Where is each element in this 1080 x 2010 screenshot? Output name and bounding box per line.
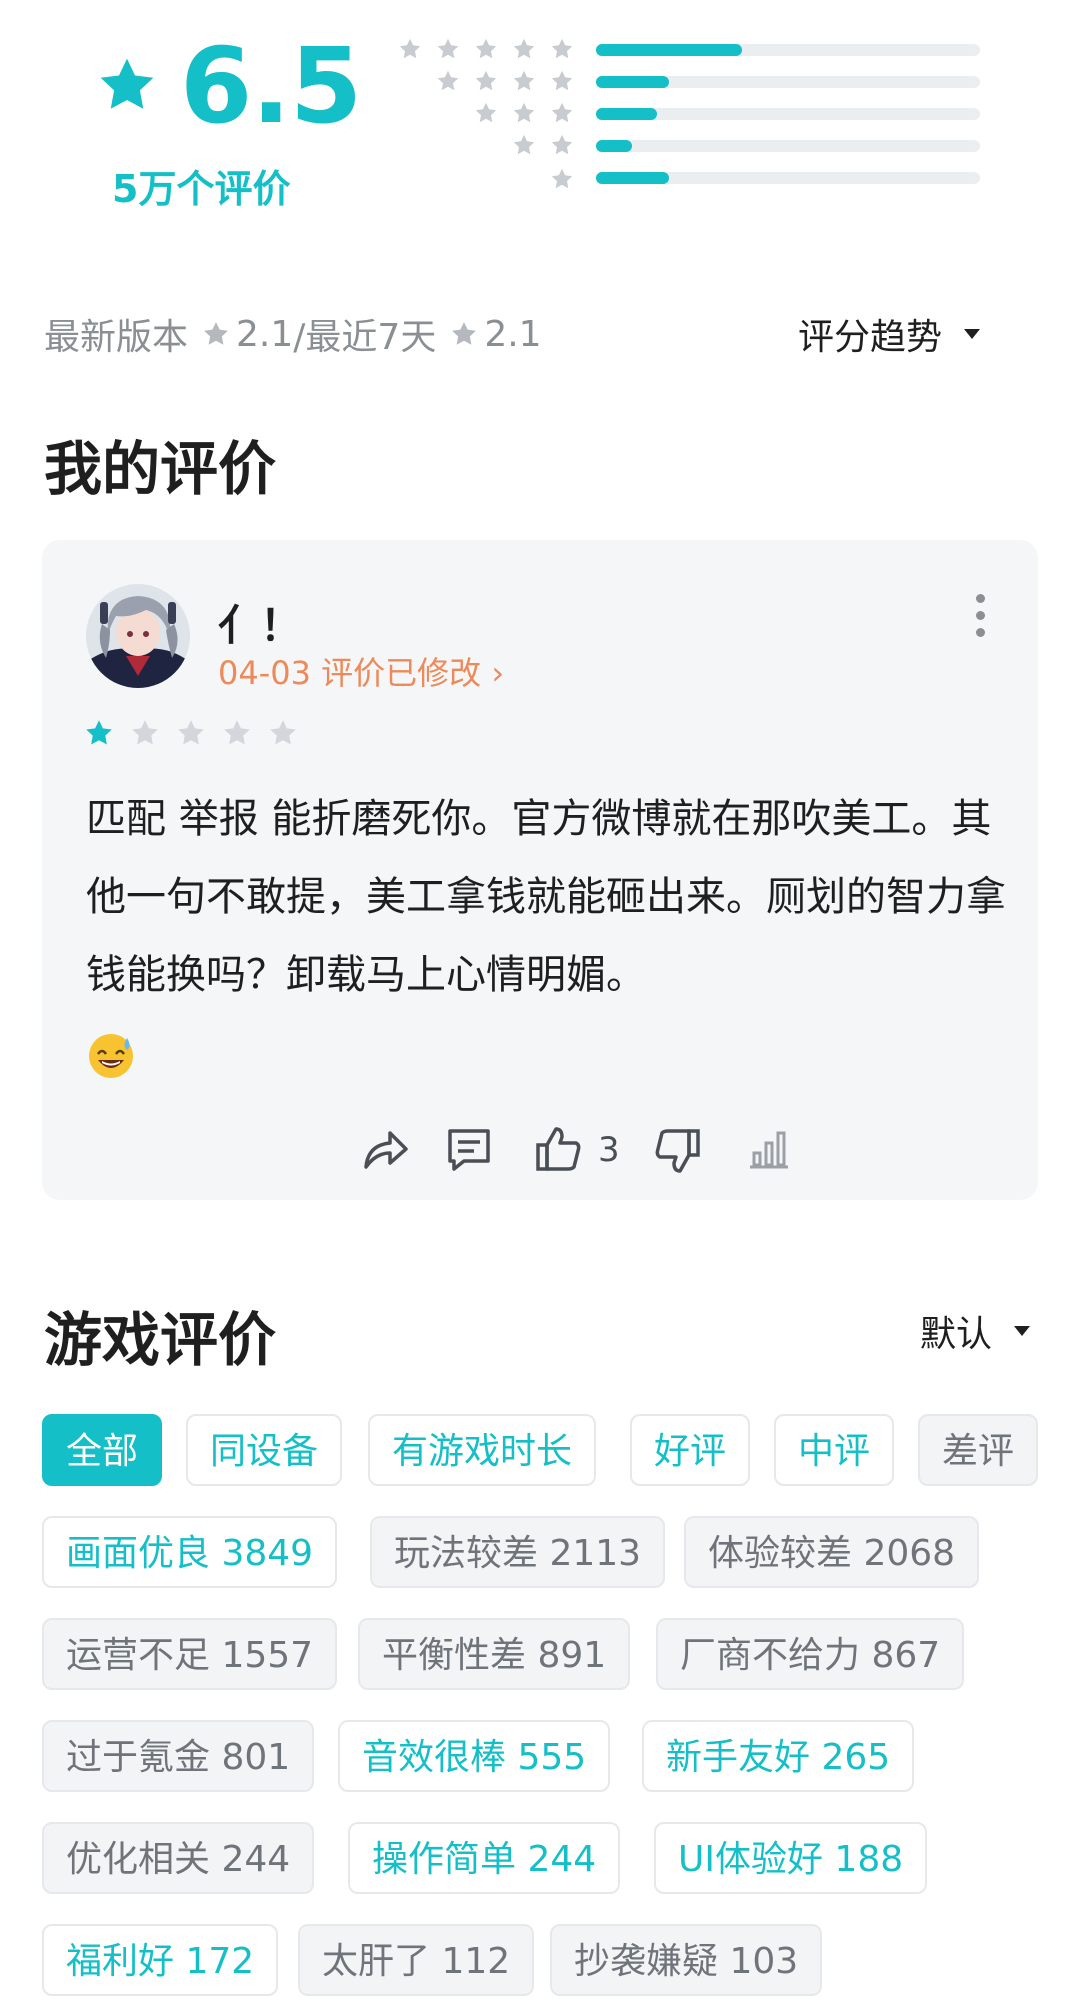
more-options-icon[interactable] bbox=[976, 594, 986, 637]
dist-bar-1 bbox=[596, 172, 980, 184]
filter-negative[interactable]: 差评 bbox=[918, 1414, 1039, 1486]
empty-star-icon bbox=[270, 720, 296, 745]
stats-button[interactable] bbox=[742, 1120, 796, 1180]
sweat-smile-emoji-icon bbox=[89, 1034, 133, 1078]
dist-bar-3 bbox=[596, 108, 980, 120]
tag-chip[interactable]: 太肝了 112 bbox=[298, 1924, 535, 1996]
grey-star-icon bbox=[513, 38, 535, 59]
grey-star-icon bbox=[204, 322, 228, 345]
stats-icon bbox=[750, 1131, 788, 1169]
dist-bar-fill bbox=[596, 44, 742, 56]
recent-score: 2.1 bbox=[484, 313, 542, 355]
dist-row-1 bbox=[0, 167, 574, 197]
dist-bar-4 bbox=[596, 76, 980, 88]
filter-all[interactable]: 全部 bbox=[42, 1414, 163, 1486]
share-button[interactable] bbox=[358, 1120, 412, 1180]
edited-date-link[interactable]: 04-03 评价已修改 › bbox=[218, 648, 504, 694]
rating-trend-label: 评分趋势 bbox=[797, 317, 942, 358]
dist-row-5 bbox=[0, 37, 574, 67]
tag-chip[interactable]: 抄袭嫌疑 103 bbox=[550, 1924, 823, 1996]
avatar-image bbox=[86, 584, 190, 688]
avatar[interactable] bbox=[86, 584, 190, 688]
latest-version-score: 2.1 bbox=[236, 313, 294, 355]
grey-star-icon bbox=[551, 134, 573, 155]
sort-dropdown[interactable]: 默认 bbox=[920, 1305, 1030, 1357]
tag-chip[interactable]: 厂商不给力 867 bbox=[656, 1618, 965, 1690]
review-text: 匹配 举报 能折磨死你。官方微博就在那吹美工。其他一句不敢提，美工拿钱就能砸出来… bbox=[86, 780, 1006, 1092]
tag-chip[interactable]: 过于氪金 801 bbox=[42, 1720, 315, 1792]
tag-chip[interactable]: 玩法较差 2113 bbox=[370, 1516, 666, 1588]
dislike-button[interactable] bbox=[650, 1120, 704, 1180]
comment-icon bbox=[448, 1129, 490, 1171]
grey-star-icon bbox=[513, 102, 535, 123]
rating-trend-dropdown[interactable]: 评分趋势 bbox=[798, 308, 980, 360]
filter-has-playtime[interactable]: 有游戏时长 bbox=[368, 1414, 597, 1486]
empty-star-icon bbox=[224, 720, 250, 745]
tag-chip[interactable]: 音效很棒 555 bbox=[338, 1720, 611, 1792]
dist-bar-fill bbox=[596, 140, 633, 152]
thumbs-up-icon bbox=[536, 1127, 581, 1171]
dist-row-3 bbox=[0, 101, 574, 131]
tag-chip[interactable]: 运营不足 1557 bbox=[42, 1618, 338, 1690]
username: 亻！ bbox=[218, 601, 303, 650]
grey-star-icon bbox=[437, 38, 459, 59]
grey-star-icon bbox=[513, 134, 535, 155]
grey-star-icon bbox=[399, 38, 421, 59]
sort-label: 默认 bbox=[919, 1314, 992, 1355]
grey-star-icon bbox=[475, 70, 497, 91]
empty-star-icon bbox=[132, 720, 158, 745]
caret-down-icon bbox=[1014, 1326, 1030, 1336]
dist-bar-fill bbox=[596, 108, 658, 120]
comment-button[interactable] bbox=[442, 1120, 496, 1180]
empty-star-icon bbox=[178, 720, 204, 745]
filter-neutral[interactable]: 中评 bbox=[774, 1414, 895, 1486]
game-reviews-title: 游戏评价 bbox=[44, 1306, 277, 1374]
filter-same-device[interactable]: 同设备 bbox=[186, 1414, 343, 1486]
thumbs-down-icon bbox=[655, 1129, 700, 1173]
like-button[interactable]: 3 bbox=[532, 1120, 620, 1180]
share-icon bbox=[364, 1131, 408, 1169]
review-body: 匹配 举报 能折磨死你。官方微博就在那吹美工。其他一句不敢提，美工拿钱就能砸出来… bbox=[86, 796, 1006, 998]
user-star-rating bbox=[84, 718, 298, 748]
latest-version-label: 最新版本 bbox=[44, 317, 189, 358]
tag-chip[interactable]: 操作简单 244 bbox=[348, 1822, 621, 1894]
tag-chip[interactable]: UI体验好 188 bbox=[654, 1822, 928, 1894]
tag-chip[interactable]: 画面优良 3849 bbox=[42, 1516, 338, 1588]
rating-distribution bbox=[0, 0, 1080, 200]
tag-chip[interactable]: 体验较差 2068 bbox=[684, 1516, 980, 1588]
my-review-title: 我的评价 bbox=[44, 435, 277, 503]
my-review-card: 亻！ 04-03 评价已修改 › 匹配 举报 能折磨死你。官方微博就在那吹美工。… bbox=[42, 540, 1038, 1200]
recent-7-days-label: /最近7天 bbox=[293, 317, 437, 358]
dist-bar-2 bbox=[596, 140, 980, 152]
tag-chip[interactable]: 福利好 172 bbox=[42, 1924, 279, 1996]
dist-bar-5 bbox=[596, 44, 980, 56]
dist-bar-fill bbox=[596, 76, 669, 88]
review-actions: 3 bbox=[42, 1120, 1038, 1180]
grey-star-icon bbox=[551, 70, 573, 91]
like-count: 3 bbox=[598, 1130, 620, 1170]
grey-star-icon bbox=[551, 38, 573, 59]
dist-bar-fill bbox=[596, 172, 669, 184]
dist-row-2 bbox=[0, 133, 574, 163]
grey-star-icon bbox=[551, 102, 573, 123]
grey-star-icon bbox=[437, 70, 459, 91]
grey-star-icon bbox=[475, 102, 497, 123]
grey-star-icon bbox=[513, 70, 535, 91]
grey-star-icon bbox=[452, 322, 477, 345]
dist-row-4 bbox=[0, 69, 574, 99]
filter-positive[interactable]: 好评 bbox=[630, 1414, 751, 1486]
tag-chip[interactable]: 新手友好 265 bbox=[642, 1720, 915, 1792]
tag-chip[interactable]: 优化相关 244 bbox=[42, 1822, 315, 1894]
filled-star-icon bbox=[86, 720, 112, 745]
tag-chip[interactable]: 平衡性差 891 bbox=[358, 1618, 631, 1690]
caret-down-icon bbox=[964, 329, 980, 339]
grey-star-icon bbox=[475, 38, 497, 59]
version-rating-line: 最新版本 2.1 /最近7天 2.1 bbox=[44, 308, 542, 360]
grey-star-icon bbox=[551, 168, 573, 189]
